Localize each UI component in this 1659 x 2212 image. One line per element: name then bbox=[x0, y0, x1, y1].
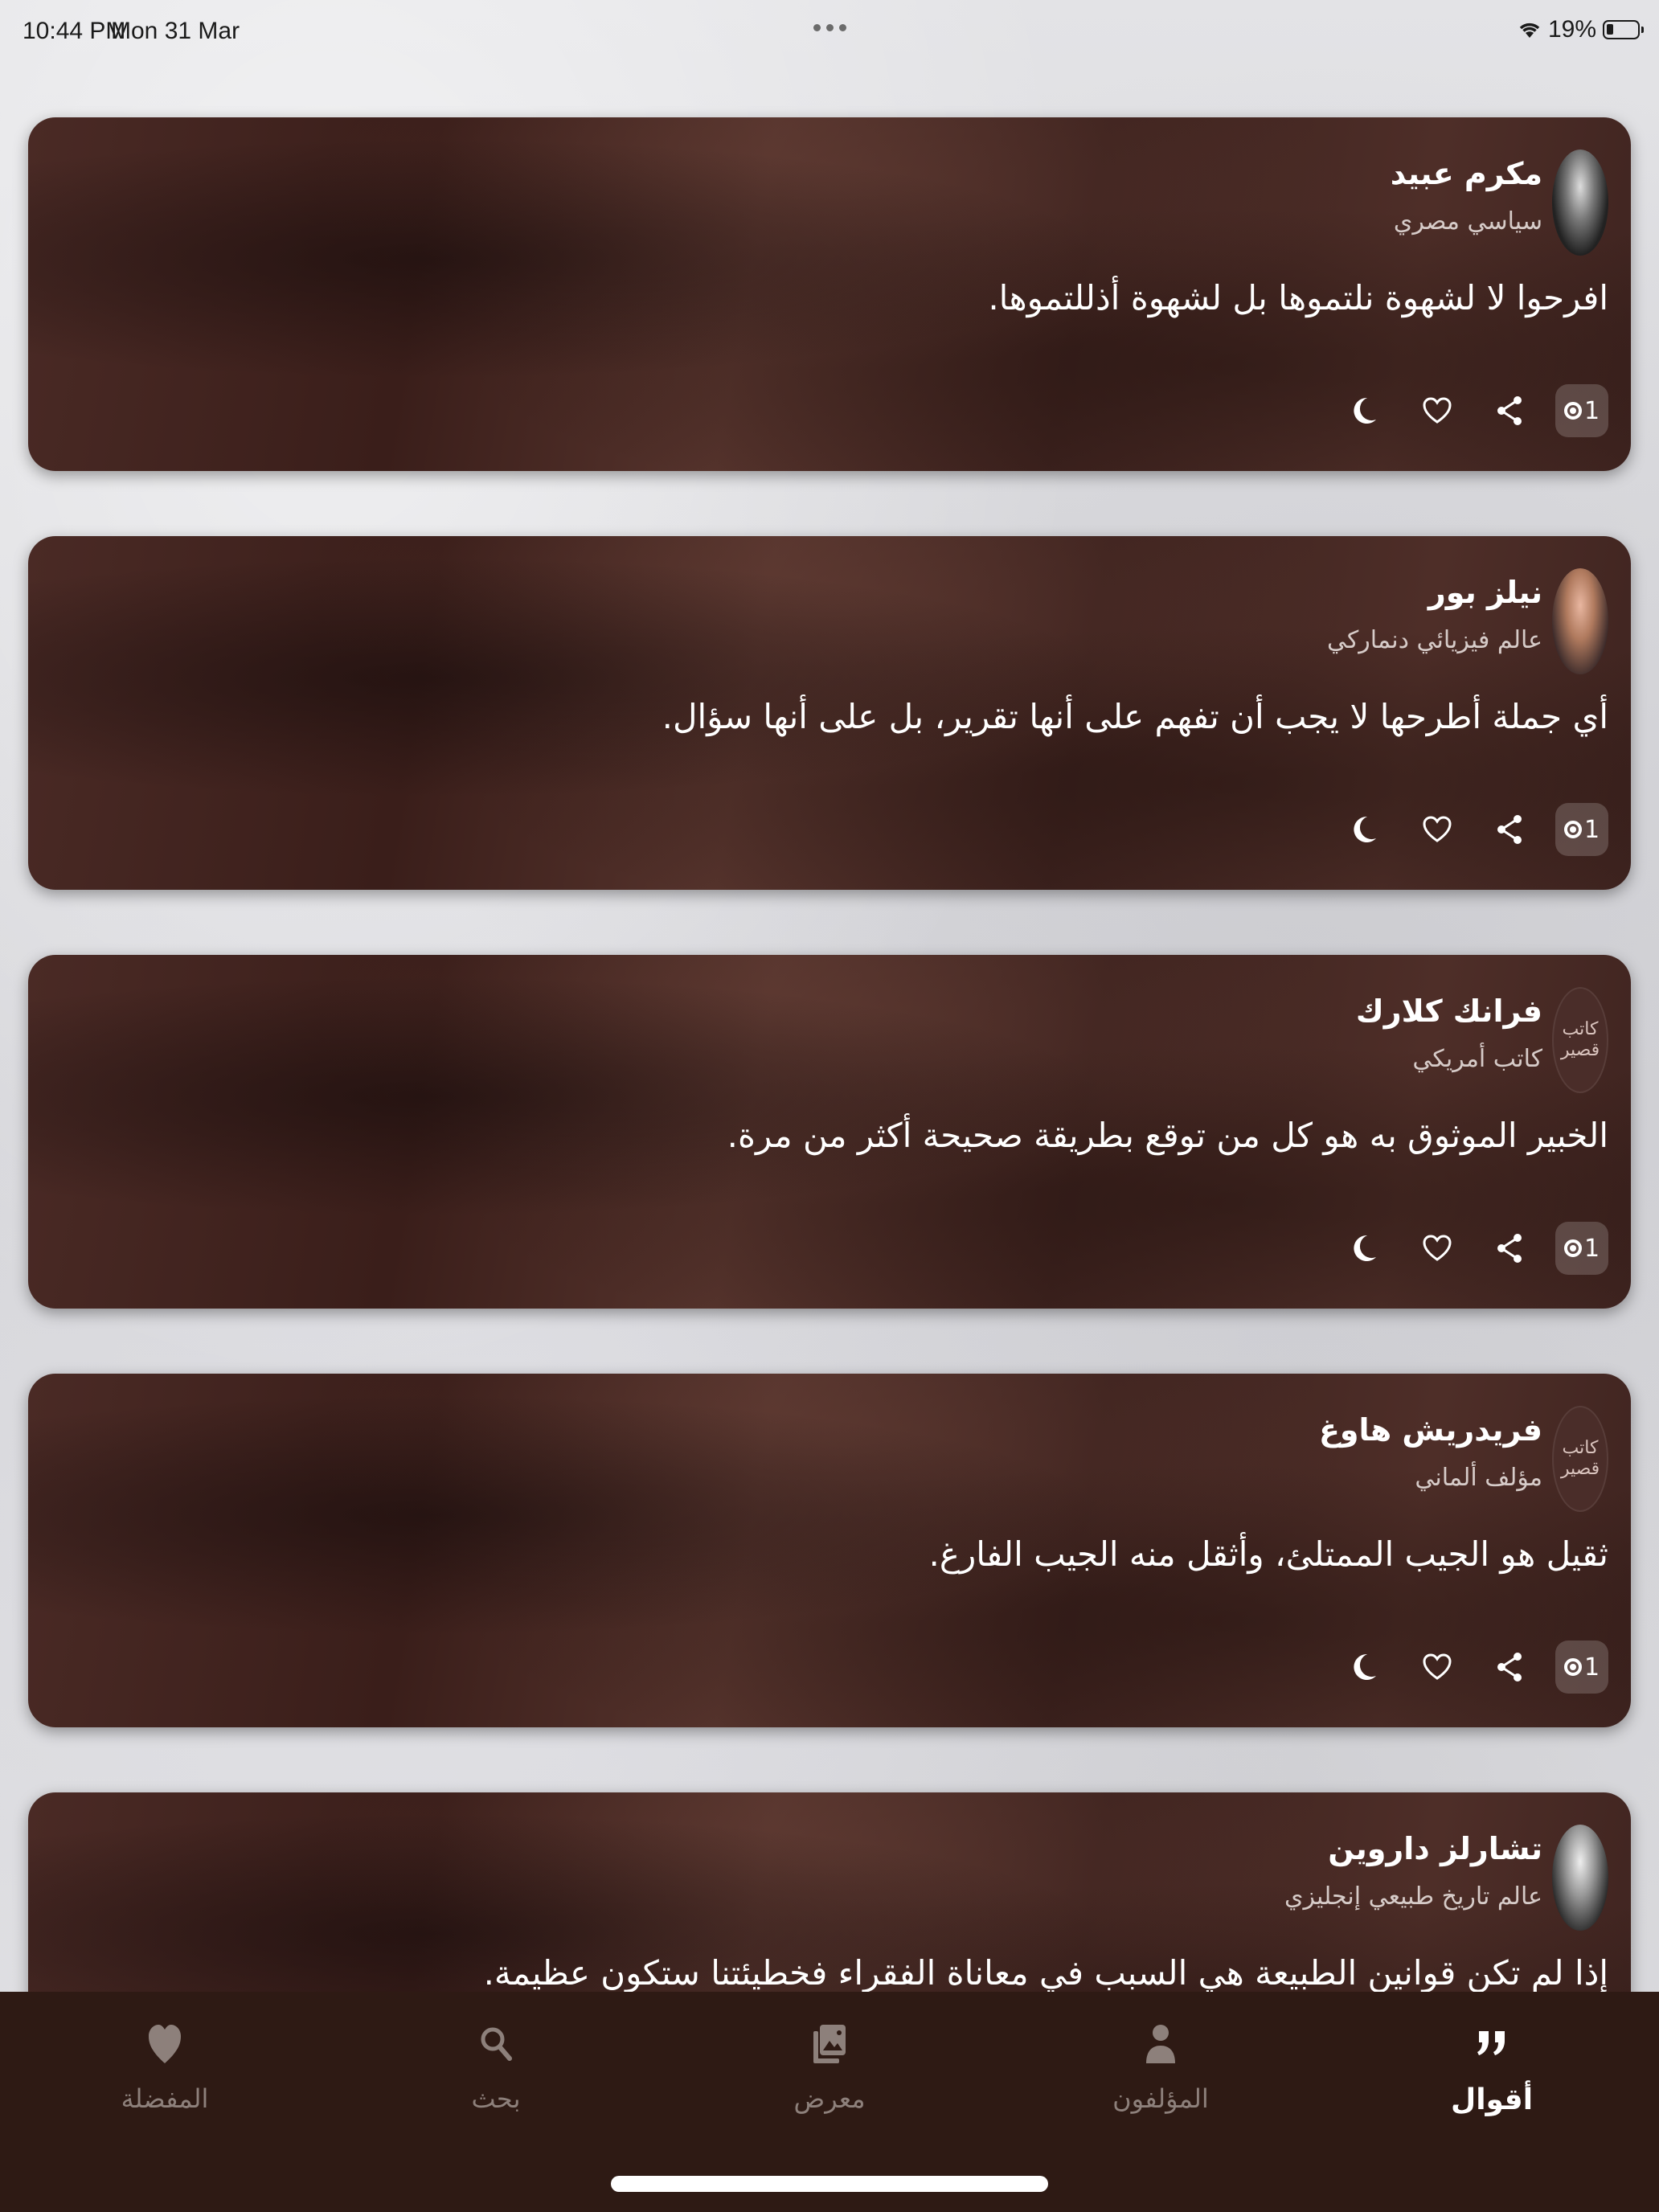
eye-icon bbox=[1563, 821, 1582, 838]
status-date: Mon 31 Mar bbox=[111, 18, 240, 44]
share-icon[interactable] bbox=[1473, 801, 1546, 858]
quote-text[interactable]: إذا لم تكن قوانين الطبيعة هي السبب في مع… bbox=[484, 1953, 1608, 1993]
quote-icon bbox=[1464, 2016, 1520, 2072]
status-bar: 10:44 PM Mon 31 Mar 19% bbox=[0, 0, 1659, 61]
author-title: مؤلف ألماني bbox=[1415, 1464, 1542, 1492]
author-title: عالم تاريخ طبيعي إنجليزي bbox=[1284, 1882, 1542, 1911]
search-icon bbox=[468, 2016, 524, 2072]
quote-text[interactable]: افرحوا لا لشهوة نلتموها بل لشهوة أذللتمو… bbox=[988, 278, 1608, 317]
eye-icon bbox=[1563, 1658, 1582, 1676]
author-title: سياسي مصري bbox=[1393, 207, 1542, 236]
nav-gallery[interactable]: معرض bbox=[709, 2016, 950, 2136]
nav-label: معرض bbox=[793, 2083, 866, 2114]
nav-label: المفضلة bbox=[121, 2083, 209, 2114]
moon-icon[interactable] bbox=[1329, 801, 1401, 858]
nav-favorites[interactable]: المفضلة bbox=[44, 2016, 285, 2136]
nav-label: المؤلفون bbox=[1112, 2083, 1209, 2114]
quote-actions: 1 bbox=[1329, 383, 1608, 439]
author-name[interactable]: فرانك كلارك bbox=[1356, 993, 1542, 1029]
nav-authors[interactable]: المؤلفون bbox=[1040, 2016, 1281, 2136]
battery-percentage: 19% bbox=[1547, 16, 1596, 43]
heart-icon[interactable] bbox=[1401, 383, 1473, 439]
heart-icon bbox=[137, 2016, 193, 2072]
view-count: 1 bbox=[1583, 1653, 1600, 1682]
multitasking-dots-icon[interactable] bbox=[813, 24, 846, 31]
quote-actions: 1 bbox=[1329, 801, 1608, 858]
heart-icon[interactable] bbox=[1401, 1220, 1473, 1276]
quotes-feed[interactable]: مكرم عبيد سياسي مصري افرحوا لا لشهوة نلت… bbox=[0, 0, 1659, 2212]
share-icon[interactable] bbox=[1473, 1639, 1546, 1695]
heart-icon[interactable] bbox=[1401, 1639, 1473, 1695]
eye-icon bbox=[1563, 1239, 1582, 1257]
share-icon[interactable] bbox=[1473, 383, 1546, 439]
quote-actions: 1 bbox=[1329, 1639, 1608, 1695]
nav-label: بحث bbox=[471, 2083, 521, 2114]
quote-card[interactable]: نيلز بور عالم فيزيائي دنماركي أي جملة أط… bbox=[28, 536, 1631, 890]
author-avatar[interactable]: كاتب قصير bbox=[1552, 1406, 1608, 1512]
author-name[interactable]: تشارلز داروين bbox=[1328, 1831, 1542, 1866]
author-name[interactable]: نيلز بور bbox=[1428, 575, 1542, 610]
author-avatar[interactable] bbox=[1552, 1825, 1608, 1931]
view-count: 1 bbox=[1583, 1234, 1600, 1263]
quote-card[interactable]: كاتب قصير فريدريش هاوغ مؤلف ألماني ثقيل … bbox=[28, 1374, 1631, 1727]
author-title: كاتب أمريكي bbox=[1412, 1045, 1542, 1073]
view-count-badge: 1 bbox=[1555, 384, 1608, 437]
gallery-icon bbox=[801, 2016, 858, 2072]
quote-text[interactable]: أي جملة أطرحها لا يجب أن تفهم على أنها ت… bbox=[662, 697, 1608, 736]
nav-label: أقوال bbox=[1450, 2083, 1534, 2116]
nav-search[interactable]: بحث bbox=[375, 2016, 616, 2136]
home-indicator[interactable] bbox=[611, 2176, 1048, 2192]
author-title: عالم فيزيائي دنماركي bbox=[1327, 626, 1542, 654]
author-avatar[interactable] bbox=[1552, 568, 1608, 674]
view-count-badge: 1 bbox=[1555, 1222, 1608, 1275]
heart-icon[interactable] bbox=[1401, 801, 1473, 858]
moon-icon[interactable] bbox=[1329, 1639, 1401, 1695]
nav-quotes[interactable]: أقوال bbox=[1371, 2016, 1612, 2136]
wifi-icon bbox=[1518, 20, 1542, 39]
status-indicators: 19% bbox=[1518, 16, 1644, 43]
quote-text[interactable]: ثقيل هو الجيب الممتلئ، وأثقل منه الجيب ا… bbox=[929, 1534, 1608, 1574]
moon-icon[interactable] bbox=[1329, 383, 1401, 439]
battery-icon bbox=[1603, 20, 1644, 39]
quote-card[interactable]: كاتب قصير فرانك كلارك كاتب أمريكي الخبير… bbox=[28, 955, 1631, 1309]
author-avatar[interactable]: كاتب قصير bbox=[1552, 987, 1608, 1093]
view-count: 1 bbox=[1583, 396, 1600, 425]
author-name[interactable]: فريدريش هاوغ bbox=[1319, 1412, 1542, 1448]
view-count-badge: 1 bbox=[1555, 803, 1608, 856]
avatar-logo-text: كاتب قصير bbox=[1560, 1019, 1600, 1060]
share-icon[interactable] bbox=[1473, 1220, 1546, 1276]
quote-text[interactable]: الخبير الموثوق به هو كل من توقع بطريقة ص… bbox=[727, 1116, 1608, 1155]
moon-icon[interactable] bbox=[1329, 1220, 1401, 1276]
author-avatar[interactable] bbox=[1552, 150, 1608, 256]
avatar-logo-text: كاتب قصير bbox=[1560, 1438, 1600, 1479]
view-count: 1 bbox=[1583, 815, 1600, 844]
author-name[interactable]: مكرم عبيد bbox=[1391, 156, 1542, 191]
quote-actions: 1 bbox=[1329, 1220, 1608, 1276]
quote-card[interactable]: مكرم عبيد سياسي مصري افرحوا لا لشهوة نلت… bbox=[28, 117, 1631, 471]
person-icon bbox=[1133, 2016, 1189, 2072]
view-count-badge: 1 bbox=[1555, 1641, 1608, 1694]
eye-icon bbox=[1563, 402, 1582, 420]
